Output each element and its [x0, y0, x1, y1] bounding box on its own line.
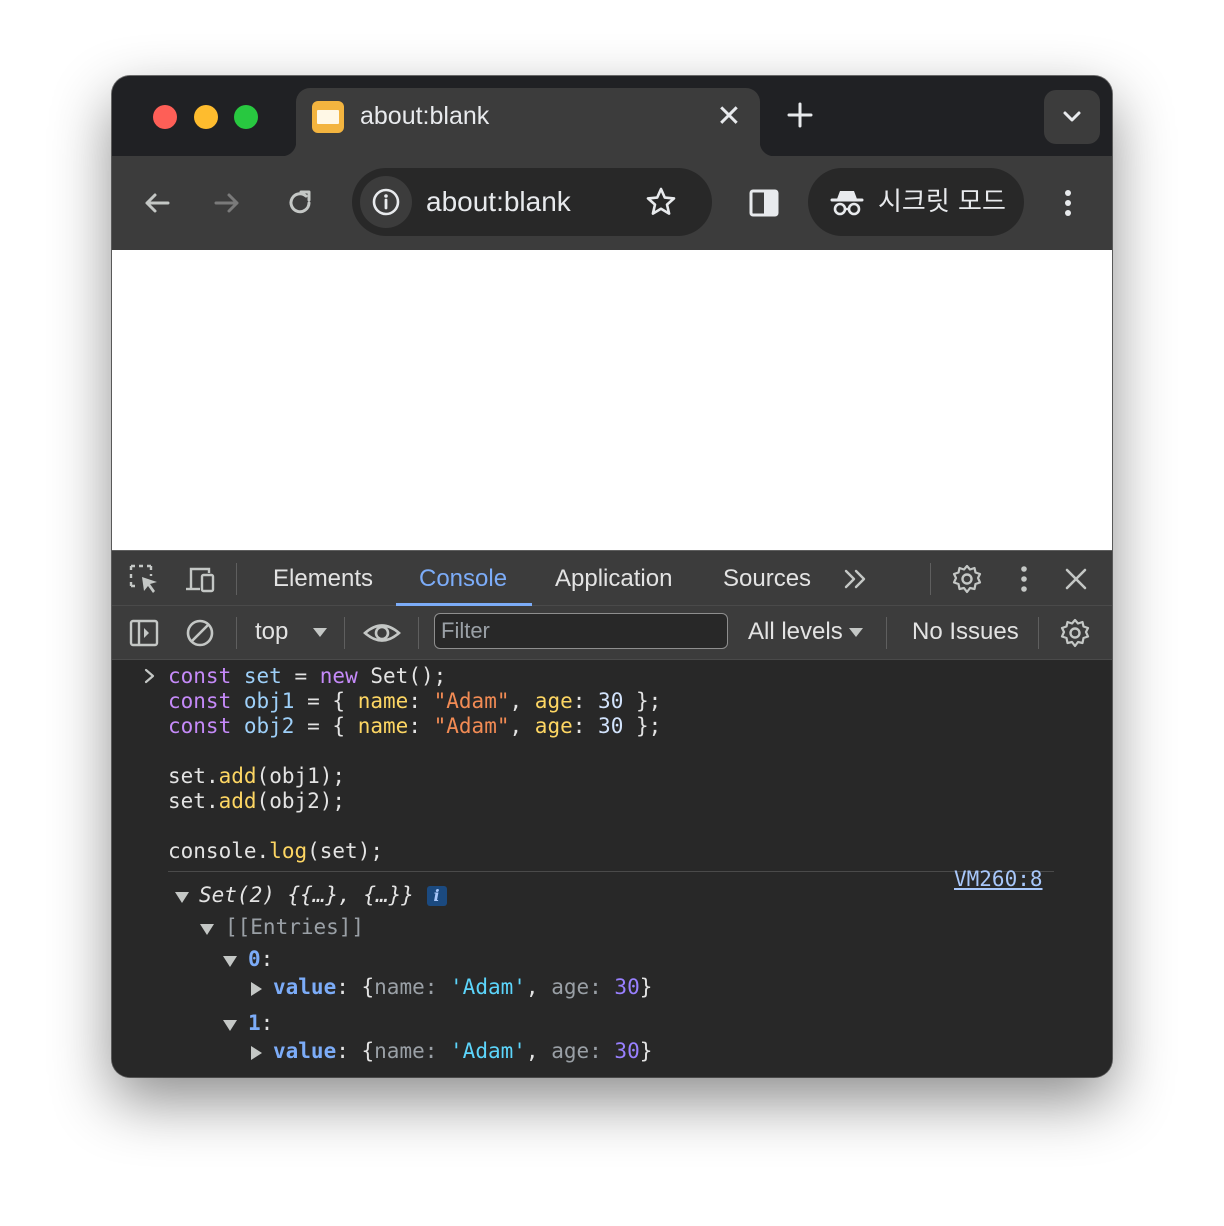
window-minimize-button[interactable]	[194, 105, 218, 129]
close-devtools-icon[interactable]	[1060, 563, 1092, 595]
console-input-code[interactable]: const set = new Set(); const obj1 = { nam…	[168, 664, 661, 864]
code-line: const set = new Set();	[168, 664, 447, 688]
incognito-icon	[830, 191, 864, 216]
address-url[interactable]: about:blank	[426, 187, 571, 217]
console-settings-gear-icon[interactable]	[1059, 617, 1091, 649]
expand-value-toggle[interactable]	[251, 1046, 262, 1060]
browser-toolbar: about:blank 시크릿 모드	[112, 156, 1112, 250]
back-icon[interactable]	[140, 186, 174, 220]
tab-strip: about:blank ✕	[112, 76, 1112, 156]
new-tab-icon[interactable]	[783, 98, 817, 132]
live-expression-eye-icon[interactable]	[362, 615, 402, 651]
window-close-button[interactable]	[153, 105, 177, 129]
page-favicon-icon	[312, 101, 344, 133]
toolbar-separator	[1038, 617, 1039, 649]
entry-value[interactable]: value: {name: 'Adam', age: 30}	[273, 975, 652, 1000]
browser-window: about:blank ✕ about:blank 시크릿 모드 Element…	[112, 76, 1112, 1077]
bookmark-star-icon[interactable]	[644, 185, 678, 219]
tab-close-button[interactable]: ✕	[714, 102, 744, 132]
devtools-tab-bar: Elements Console Application Sources	[112, 550, 1112, 606]
toolbar-separator	[930, 563, 931, 595]
filter-input[interactable]: Filter	[434, 613, 728, 649]
set-summary[interactable]: Set(2) {{…}, {…}} i	[199, 883, 447, 908]
address-bar[interactable]: about:blank	[352, 168, 712, 236]
tab-elements[interactable]: Elements	[273, 565, 373, 593]
expand-value-toggle[interactable]	[251, 982, 262, 996]
site-info-button[interactable]	[360, 176, 412, 228]
entry-value[interactable]: value: {name: 'Adam', age: 30}	[273, 1039, 652, 1064]
devtools-panel: Elements Console Application Sources top…	[112, 550, 1112, 1077]
side-panel-icon[interactable]	[747, 186, 781, 220]
code-line: console.log(set);	[168, 839, 384, 863]
entry-index[interactable]: 1:	[248, 1011, 273, 1036]
message-divider	[168, 871, 1054, 872]
code-line: const obj1 = { name: "Adam", age: 30 };	[168, 689, 662, 713]
expand-entries-toggle[interactable]	[200, 924, 214, 935]
settings-gear-icon[interactable]	[951, 563, 983, 595]
toolbar-separator	[418, 617, 419, 649]
expand-set-toggle[interactable]	[175, 892, 189, 903]
incognito-badge[interactable]: 시크릿 모드	[808, 168, 1024, 236]
levels-dropdown-icon[interactable]	[840, 617, 872, 649]
toolbar-separator	[886, 617, 887, 649]
log-levels-dropdown[interactable]: All levels	[748, 618, 843, 646]
toolbar-separator	[236, 617, 237, 649]
toolbar-separator	[344, 617, 345, 649]
forward-icon[interactable]	[210, 186, 244, 220]
code-line: const obj2 = { name: "Adam", age: 30 };	[168, 714, 662, 738]
window-maximize-button[interactable]	[234, 105, 258, 129]
code-line: set.add(obj2);	[168, 789, 346, 813]
sidebar-toggle-icon[interactable]	[128, 617, 160, 649]
entries-label[interactable]: [[Entries]]	[225, 915, 364, 940]
incognito-label: 시크릿 모드	[878, 187, 1006, 217]
reload-icon[interactable]	[283, 186, 317, 220]
tab-application[interactable]: Application	[555, 565, 672, 593]
devtools-menu-kebab-icon[interactable]	[1008, 563, 1040, 595]
expand-entry-toggle[interactable]	[223, 1020, 237, 1031]
menu-kebab-icon[interactable]	[1051, 186, 1085, 220]
input-prompt-chevron-icon	[144, 668, 155, 684]
expand-entry-toggle[interactable]	[223, 956, 237, 967]
console-toolbar: top Filter All levels No Issues	[112, 606, 1112, 660]
tab-console[interactable]: Console	[419, 565, 507, 593]
chevron-down-icon	[1063, 111, 1081, 122]
entry-index[interactable]: 0:	[248, 947, 273, 972]
context-dropdown-icon[interactable]	[304, 617, 336, 649]
console-output[interactable]: const set = new Set(); const obj1 = { nam…	[112, 660, 1112, 1077]
page-content	[112, 250, 1112, 550]
toolbar-separator	[236, 563, 237, 595]
code-line: set.add(obj1);	[168, 764, 346, 788]
source-link[interactable]: VM260:8	[954, 867, 1043, 892]
tab-sources[interactable]: Sources	[723, 565, 811, 593]
context-selector[interactable]: top	[255, 618, 288, 646]
clear-console-icon[interactable]	[184, 617, 216, 649]
browser-tab[interactable]: about:blank ✕	[282, 88, 774, 156]
more-tabs-chevron-icon[interactable]	[840, 563, 872, 595]
info-icon	[372, 188, 400, 216]
inspect-element-icon[interactable]	[128, 563, 160, 595]
tab-search-button[interactable]	[1044, 90, 1100, 144]
info-badge-icon[interactable]: i	[426, 886, 447, 906]
tab-title: about:blank	[360, 102, 490, 130]
device-toolbar-icon[interactable]	[184, 563, 216, 595]
issues-counter[interactable]: No Issues	[912, 618, 1019, 646]
